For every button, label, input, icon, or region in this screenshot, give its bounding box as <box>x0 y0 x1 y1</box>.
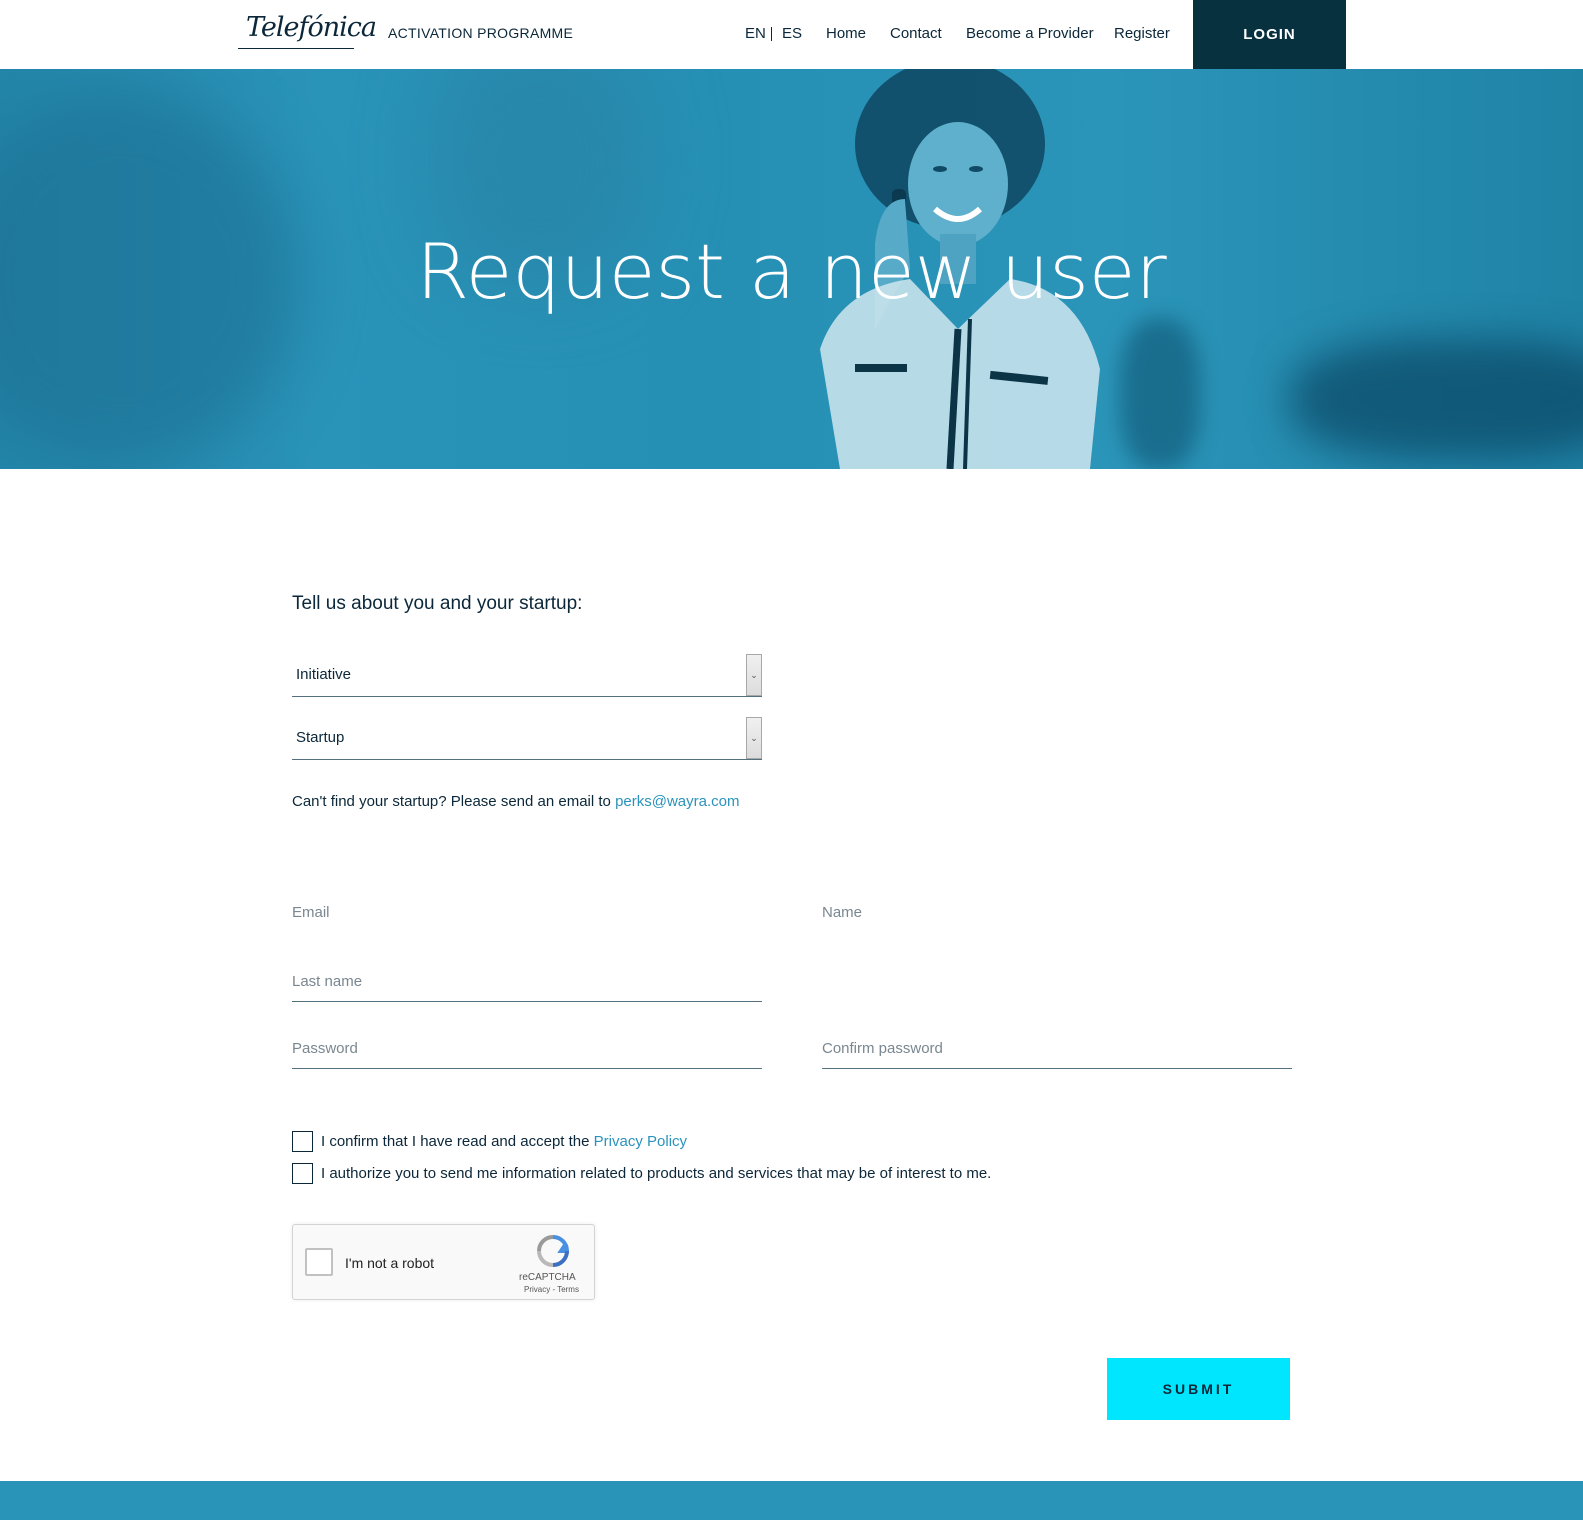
privacy-policy-link[interactable]: Privacy Policy <box>594 1133 687 1150</box>
help-email-link[interactable]: perks@wayra.com <box>615 793 739 810</box>
marketing-consent-label: I authorize you to send me information r… <box>321 1165 992 1182</box>
programme-label: ACTIVATION PROGRAMME <box>388 25 574 41</box>
telefonica-logo[interactable]: Telefónica <box>246 12 377 43</box>
privacy-checkbox[interactable] <box>292 1131 313 1152</box>
site-header: Telefónica ACTIVATION PROGRAMME EN ES Ho… <box>0 0 1583 69</box>
password-field[interactable] <box>292 1029 762 1069</box>
marketing-checkbox[interactable] <box>292 1163 313 1184</box>
email-field[interactable] <box>292 892 762 932</box>
submit-button[interactable]: SUBMIT <box>1107 1358 1290 1420</box>
hero-banner: Request a new user <box>0 69 1583 469</box>
logo-underline <box>238 48 354 49</box>
name-field[interactable] <box>822 892 1292 932</box>
lang-en-link[interactable]: EN <box>745 25 766 42</box>
form-section-title: Tell us about you and your startup: <box>292 593 583 614</box>
hero-background-shape <box>1120 319 1200 469</box>
lang-divider <box>771 27 772 41</box>
password-input[interactable] <box>292 1029 762 1068</box>
nav-become-provider[interactable]: Become a Provider <box>966 25 1094 42</box>
recaptcha-icon <box>537 1235 570 1267</box>
privacy-consent-text: I confirm that I have read and accept th… <box>321 1133 687 1150</box>
recaptcha-checkbox[interactable] <box>305 1248 333 1276</box>
privacy-consent-row[interactable]: I confirm that I have read and accept th… <box>292 1131 687 1152</box>
help-text-label: Can't find your startup? Please send an … <box>292 793 611 810</box>
startup-select[interactable]: Startup ⌄ <box>292 717 762 760</box>
recaptcha-brand: reCAPTCHA <box>519 1272 576 1283</box>
email-input[interactable] <box>292 892 762 932</box>
help-text: Can't find your startup? Please send an … <box>292 793 740 810</box>
confirm-password-input[interactable] <box>822 1029 1292 1068</box>
initiative-select-value: Initiative <box>296 666 352 683</box>
footer-bar <box>0 1481 1583 1520</box>
recaptcha-label: I'm not a robot <box>345 1255 435 1271</box>
name-input[interactable] <box>822 892 1292 932</box>
recaptcha-terms-link[interactable]: Privacy - Terms <box>524 1285 579 1294</box>
hero-background-shape <box>1290 339 1583 459</box>
login-button[interactable]: LOGIN <box>1193 0 1346 69</box>
initiative-select[interactable]: Initiative ⌄ <box>292 654 762 697</box>
privacy-consent-label: I confirm that I have read and accept th… <box>321 1133 590 1150</box>
confirm-password-field[interactable] <box>822 1029 1292 1069</box>
nav-home[interactable]: Home <box>826 25 866 42</box>
nav-contact[interactable]: Contact <box>890 25 942 42</box>
startup-select-value: Startup <box>296 729 345 746</box>
nav-register[interactable]: Register <box>1114 25 1170 42</box>
lang-es-link[interactable]: ES <box>782 25 802 42</box>
marketing-consent-row[interactable]: I authorize you to send me information r… <box>292 1163 991 1184</box>
chevron-down-icon[interactable]: ⌄ <box>746 654 762 696</box>
recaptcha-widget: I'm not a robot reCAPTCHA Privacy - Term… <box>292 1224 595 1300</box>
chevron-down-icon[interactable]: ⌄ <box>746 717 762 759</box>
last-name-input[interactable] <box>292 962 762 1001</box>
page-title: Request a new user <box>416 227 1167 316</box>
last-name-field[interactable] <box>292 962 762 1002</box>
